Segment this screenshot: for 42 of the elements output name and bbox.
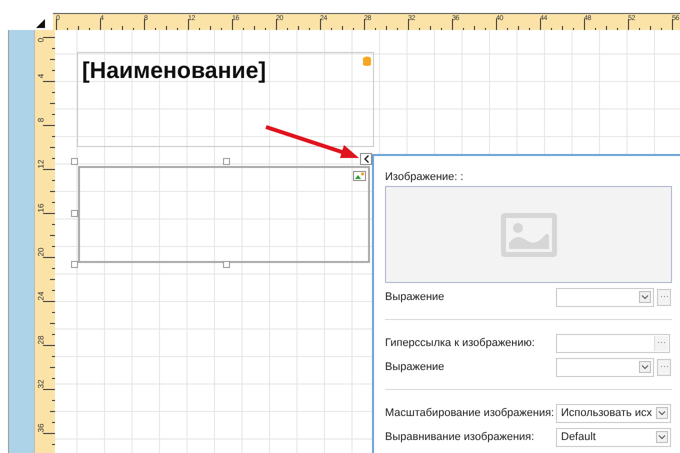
ellipsis-button[interactable] bbox=[654, 336, 668, 350]
dropdown[interactable]: Использовать исх bbox=[556, 404, 671, 422]
ruler-label: 12 bbox=[35, 160, 46, 168]
ellipsis-button[interactable] bbox=[657, 358, 671, 376]
ruler-label: 20 bbox=[35, 248, 46, 256]
resize-handle[interactable] bbox=[223, 158, 230, 165]
expression-dropdown[interactable] bbox=[556, 288, 654, 306]
chevron-icon bbox=[364, 155, 368, 163]
dropdown[interactable]: Default bbox=[556, 428, 671, 446]
ruler-label: 24 bbox=[35, 292, 46, 300]
resize-handle[interactable] bbox=[223, 261, 230, 268]
expression-dropdown[interactable] bbox=[556, 358, 654, 376]
chevron-down-icon bbox=[656, 407, 668, 419]
resize-handle[interactable] bbox=[71, 158, 78, 165]
chevron-down-icon bbox=[656, 431, 668, 443]
collapse-button[interactable] bbox=[360, 153, 372, 165]
chevron-down-icon bbox=[639, 291, 651, 303]
database-icon bbox=[363, 56, 371, 66]
field-label: Выражение bbox=[385, 291, 446, 303]
field-text: [Наименование] bbox=[82, 56, 266, 84]
field-label: Гиперссылка к изображению: bbox=[385, 337, 536, 349]
image-label: Изображение: : bbox=[385, 170, 464, 184]
text-box[interactable]: [Наименование] bbox=[77, 52, 374, 147]
ruler-label: 8 bbox=[35, 116, 46, 124]
image-preview[interactable] bbox=[385, 186, 672, 283]
ruler-label: 0 bbox=[35, 36, 46, 44]
ruler-label: 28 bbox=[35, 336, 46, 344]
image-icon bbox=[353, 171, 366, 181]
ruler-label: 32 bbox=[35, 380, 46, 388]
resize-handle[interactable] bbox=[71, 261, 78, 268]
resize-handle[interactable] bbox=[71, 210, 78, 217]
ellipsis-button[interactable] bbox=[657, 288, 671, 306]
field-label: Выравнивание изображения: bbox=[385, 431, 536, 443]
ruler-label: 4 bbox=[35, 72, 46, 80]
image-placeholder-icon bbox=[500, 212, 556, 256]
corner-icon bbox=[36, 19, 45, 28]
chevron-down-icon bbox=[639, 361, 651, 373]
ruler-label: 36 bbox=[35, 424, 46, 432]
text-field[interactable] bbox=[556, 334, 670, 352]
field-label: Выражение bbox=[385, 361, 446, 373]
field-label: Масштабирование изображения: bbox=[385, 407, 556, 419]
ruler-label: 16 bbox=[35, 204, 46, 212]
